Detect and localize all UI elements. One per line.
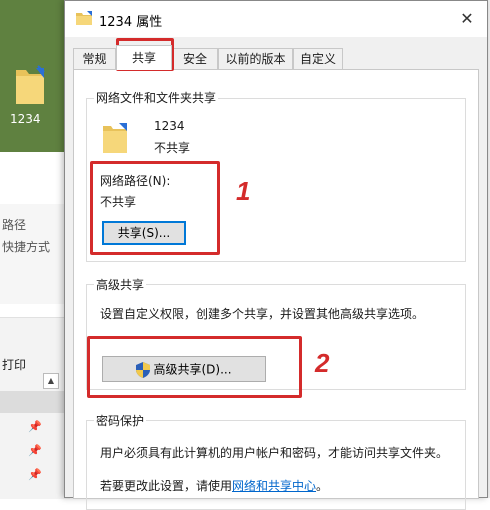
dialog-title: 1234 属性 bbox=[99, 15, 163, 30]
password-description: 用户必须具有此计算机的用户帐户和密码，才能访问共享文件夹。 bbox=[100, 446, 449, 460]
sharing-panel: 网络文件和文件夹共享 1234 不共享 网络路径(N): 不共享 共享(S)..… bbox=[73, 69, 479, 510]
explorer-shortcut-item[interactable]: 快捷方式 bbox=[2, 238, 50, 255]
tab-customize[interactable]: 自定义 bbox=[293, 48, 343, 69]
annotation-box-share-section bbox=[90, 161, 220, 255]
advanced-share-description: 设置自定义权限，创建多个共享，并设置其他高级共享选项。 bbox=[100, 307, 425, 321]
annotation-box-advanced-share bbox=[87, 336, 302, 398]
chevron-up-icon[interactable]: ▲ bbox=[43, 373, 59, 389]
tab-sharing[interactable]: 共享 bbox=[116, 45, 172, 70]
annotation-marker-2: 2 bbox=[315, 348, 330, 378]
password-group bbox=[86, 420, 466, 510]
close-icon: ✕ bbox=[460, 9, 474, 28]
tab-previous-versions[interactable]: 以前的版本 bbox=[218, 48, 293, 69]
explorer-print-item[interactable]: 打印 bbox=[2, 356, 26, 373]
folder-share-status: 不共享 bbox=[154, 141, 191, 155]
annotation-marker-1: 1 bbox=[236, 176, 251, 206]
dialog-titlebar[interactable]: 1234 属性 ✕ bbox=[65, 1, 487, 37]
pin-icon[interactable]: 📌 bbox=[28, 468, 42, 481]
network-share-group-title: 网络文件和文件夹共享 bbox=[94, 89, 219, 106]
desktop-folder-icon[interactable] bbox=[14, 64, 46, 106]
network-sharing-center-link[interactable]: 网络和共享中心 bbox=[232, 479, 316, 493]
password-change-prefix: 若要更改此设置，请使用 bbox=[100, 479, 233, 493]
password-change-text: 若要更改此设置，请使用网络和共享中心。 bbox=[100, 477, 328, 494]
folder-icon bbox=[103, 123, 127, 153]
folder-name: 1234 bbox=[154, 119, 185, 133]
desktop-file-label[interactable]: 1234 bbox=[10, 112, 41, 126]
folder-icon bbox=[76, 11, 92, 25]
tab-security[interactable]: 安全 bbox=[172, 48, 218, 69]
close-button[interactable]: ✕ bbox=[447, 1, 487, 37]
pin-icon[interactable]: 📌 bbox=[28, 420, 42, 433]
pin-icon[interactable]: 📌 bbox=[28, 444, 42, 457]
password-group-title: 密码保护 bbox=[94, 412, 147, 429]
advanced-share-group-title: 高级共享 bbox=[94, 276, 147, 293]
password-change-suffix: 。 bbox=[316, 479, 329, 493]
tab-general[interactable]: 常规 bbox=[73, 48, 116, 69]
explorer-selected-row[interactable] bbox=[0, 391, 70, 413]
explorer-path-item[interactable]: 路径 bbox=[2, 216, 26, 233]
